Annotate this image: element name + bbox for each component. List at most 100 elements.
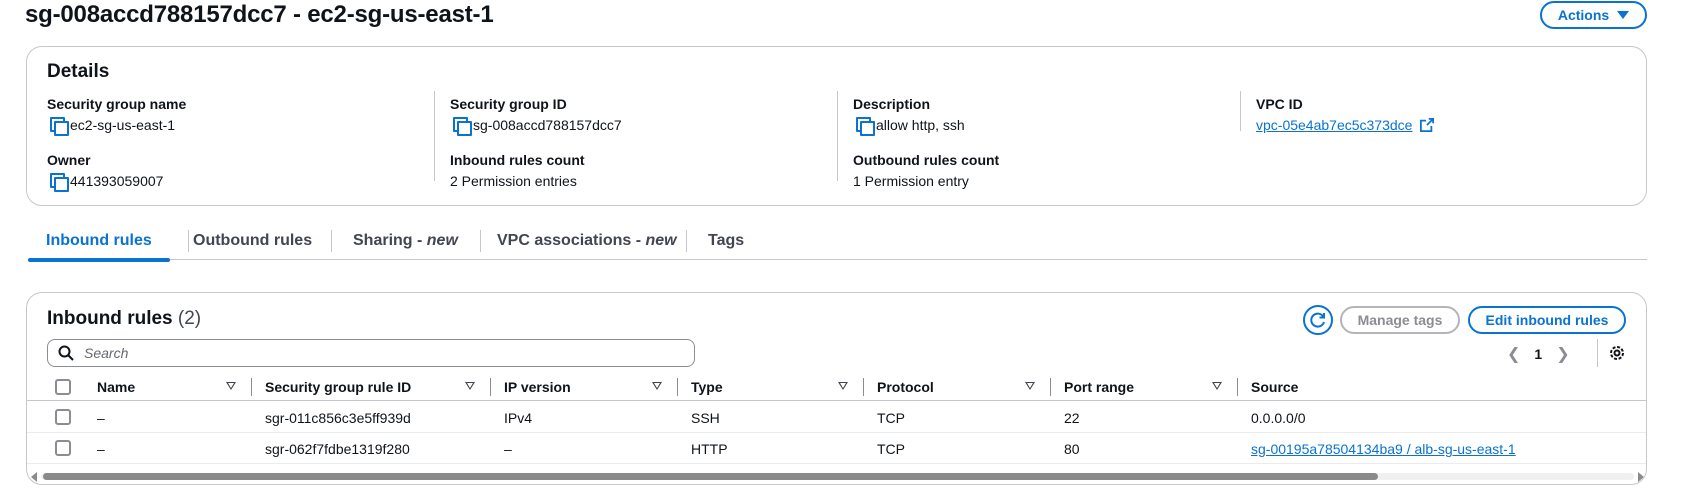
sort-icon[interactable] xyxy=(1025,382,1035,390)
cell-port-range: 80 xyxy=(1064,441,1080,457)
tab-label: Outbound rules xyxy=(193,232,313,249)
chevron-left-icon[interactable]: ❮ xyxy=(1507,344,1520,364)
tab-inbound-rules[interactable]: Inbound rules xyxy=(28,222,170,262)
cell-source: 0.0.0.0/0 xyxy=(1251,410,1306,426)
manage-tags-button[interactable]: Manage tags xyxy=(1340,306,1460,334)
cell-rule-id: sgr-011c856c3e5ff939d xyxy=(265,410,411,426)
chevron-right-icon[interactable]: ❯ xyxy=(1556,344,1569,364)
rule-count: (2) xyxy=(177,308,202,329)
column-resizer[interactable] xyxy=(863,378,864,396)
select-all-checkbox[interactable] xyxy=(55,379,71,395)
tab-label: Tags xyxy=(708,232,745,249)
field-label: Security group name xyxy=(47,96,187,112)
external-link-icon[interactable] xyxy=(1420,118,1435,132)
copy-icon[interactable] xyxy=(50,173,69,192)
field-sg-id: Security group ID sg-008accd788157dcc7 xyxy=(450,95,622,136)
column-header-protocol[interactable]: Protocol xyxy=(877,377,934,397)
column-header-type[interactable]: Type xyxy=(691,377,723,397)
scroll-thumb[interactable] xyxy=(43,473,1378,480)
tab-outbound-rules[interactable]: Outbound rules xyxy=(193,222,312,260)
field-label: Owner xyxy=(47,152,91,168)
cell-name: – xyxy=(97,441,105,457)
cell-port-range: 22 xyxy=(1064,410,1080,426)
tab-separator xyxy=(188,230,189,252)
column-header-rule-id[interactable]: Security group rule ID xyxy=(265,377,411,397)
column-divider xyxy=(1240,91,1241,131)
tab-separator xyxy=(686,230,687,252)
details-title: Details xyxy=(47,61,110,82)
details-panel: Details Security group name ec2-sg-us-ea… xyxy=(26,46,1647,206)
inbound-rules-panel: Inbound rules (2) Manage tags Edit inbou… xyxy=(26,292,1647,485)
horizontal-scrollbar[interactable] xyxy=(29,470,1646,482)
field-value: allow http, ssh xyxy=(876,117,965,133)
row-checkbox[interactable] xyxy=(55,440,71,456)
column-resizer[interactable] xyxy=(1237,378,1238,396)
sort-icon[interactable] xyxy=(838,382,848,390)
column-resizer[interactable] xyxy=(490,378,491,396)
field-vpc-id: VPC ID vpc-05e4ab7ec5c373dce xyxy=(1256,95,1435,134)
cell-type: SSH xyxy=(691,410,720,426)
tab-new-badge: new xyxy=(645,232,677,249)
sort-icon[interactable] xyxy=(1212,382,1222,390)
caret-down-icon xyxy=(1617,11,1630,19)
cell-ip-version: IPv4 xyxy=(504,410,533,426)
tab-bar: Inbound rules Outbound rules Sharing - n… xyxy=(28,222,1647,262)
inbound-rules-title: Inbound rules (2) xyxy=(47,308,201,330)
search-input[interactable] xyxy=(82,344,642,362)
column-resizer[interactable] xyxy=(677,378,678,396)
search-box[interactable] xyxy=(47,339,695,367)
refresh-button[interactable] xyxy=(1303,305,1333,335)
page-title: sg-008accd788157dcc7 - ec2-sg-us-east-1 xyxy=(25,1,494,28)
table-row[interactable]: – sgr-062f7fdbe1319f280 – HTTP TCP 80 sg… xyxy=(27,434,1646,464)
tab-new-badge: new xyxy=(426,232,458,249)
copy-icon[interactable] xyxy=(50,117,69,136)
scroll-right-arrow-icon[interactable] xyxy=(1638,472,1644,482)
field-label: Description xyxy=(853,96,931,112)
field-value: 441393059007 xyxy=(70,173,164,189)
cell-rule-id: sgr-062f7fdbe1319f280 xyxy=(265,441,410,457)
copy-icon[interactable] xyxy=(856,117,875,136)
tab-sharing[interactable]: Sharing - new xyxy=(353,222,458,260)
tab-label: Inbound rules xyxy=(46,232,152,249)
cell-ip-version: – xyxy=(504,441,512,457)
column-resizer[interactable] xyxy=(1050,378,1051,396)
column-header-port-range[interactable]: Port range xyxy=(1064,377,1134,397)
column-header-ip-version[interactable]: IP version xyxy=(504,377,571,397)
cell-protocol: TCP xyxy=(877,410,905,426)
copy-icon[interactable] xyxy=(453,117,472,136)
field-value: ec2-sg-us-east-1 xyxy=(70,117,176,133)
page-number[interactable]: 1 xyxy=(1534,346,1542,362)
sort-icon[interactable] xyxy=(652,382,662,390)
panel-title: Inbound rules xyxy=(47,308,173,329)
field-outbound-count: Outbound rules count 1 Permission entry xyxy=(853,151,999,190)
row-checkbox[interactable] xyxy=(55,409,71,425)
column-header-source[interactable]: Source xyxy=(1251,377,1298,397)
tab-vpc-associations[interactable]: VPC associations - new xyxy=(497,222,677,260)
source-security-group-link[interactable]: sg-00195a78504134ba9 / alb-sg-us-east-1 xyxy=(1251,441,1516,457)
pager-divider xyxy=(1597,339,1598,367)
field-value: sg-008accd788157dcc7 xyxy=(473,117,622,133)
gear-icon[interactable] xyxy=(1607,343,1627,363)
field-label: Inbound rules count xyxy=(450,152,585,168)
cell-type: HTTP xyxy=(691,441,728,457)
actions-button[interactable]: Actions xyxy=(1540,1,1647,29)
column-header-name[interactable]: Name xyxy=(97,377,135,397)
vpc-id-link[interactable]: vpc-05e4ab7ec5c373dce xyxy=(1256,116,1412,134)
field-value: 1 Permission entry xyxy=(853,173,969,189)
column-resizer[interactable] xyxy=(251,378,252,396)
actions-button-label: Actions xyxy=(1557,7,1610,23)
field-sg-name: Security group name ec2-sg-us-east-1 xyxy=(47,95,187,136)
sort-icon[interactable] xyxy=(465,382,475,390)
table-row[interactable]: – sgr-011c856c3e5ff939d IPv4 SSH TCP 22 … xyxy=(27,403,1646,433)
edit-inbound-rules-button[interactable]: Edit inbound rules xyxy=(1468,306,1626,334)
table-header: Name Security group rule ID IP version T… xyxy=(27,373,1646,401)
cell-protocol: TCP xyxy=(877,441,905,457)
scroll-left-arrow-icon[interactable] xyxy=(31,472,37,482)
field-description: Description allow http, ssh xyxy=(853,95,965,136)
field-label: Outbound rules count xyxy=(853,152,1000,168)
tab-tags[interactable]: Tags xyxy=(708,222,744,260)
field-inbound-count: Inbound rules count 2 Permission entries xyxy=(450,151,585,190)
sort-icon[interactable] xyxy=(226,382,236,390)
tab-label: Sharing - xyxy=(353,232,427,249)
refresh-icon xyxy=(1310,312,1325,328)
